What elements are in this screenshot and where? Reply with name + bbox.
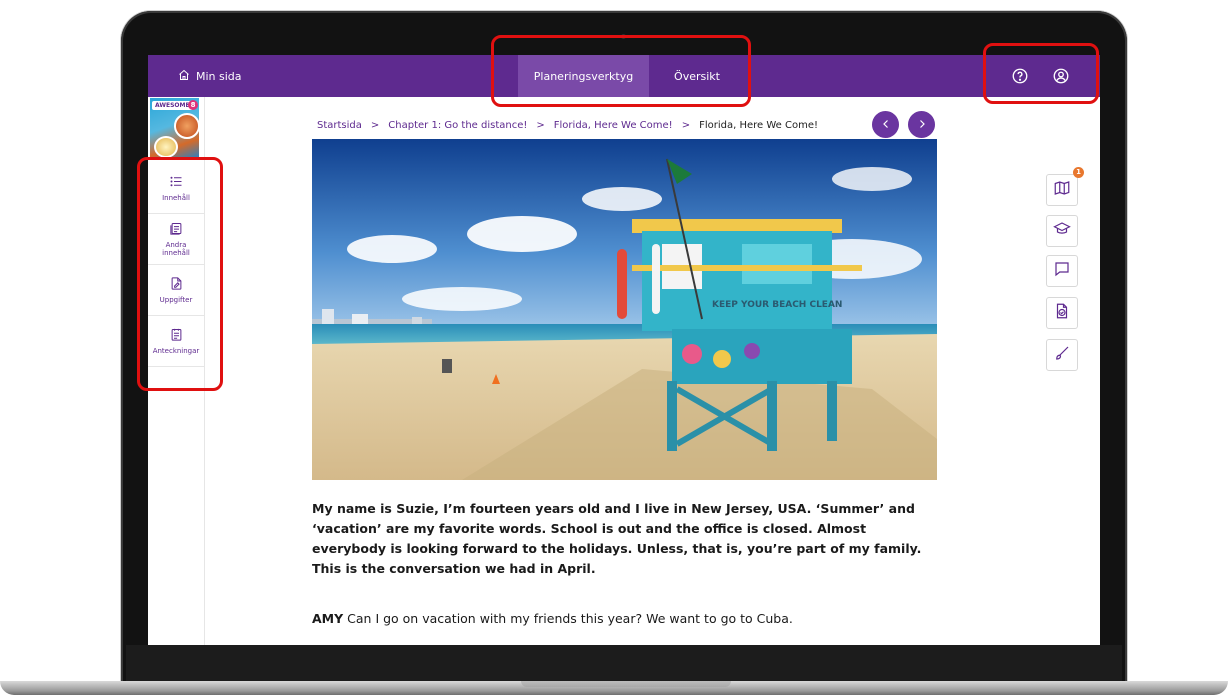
hero-image: KEEP YOUR BEACH CLEAN bbox=[312, 139, 937, 480]
tool-check-button[interactable] bbox=[1046, 297, 1078, 329]
tool-draw-button[interactable] bbox=[1046, 339, 1078, 371]
chevron-right-icon: > bbox=[536, 119, 545, 131]
chevron-left-icon bbox=[880, 115, 892, 134]
breadcrumb-link[interactable]: Florida, Here We Come! bbox=[554, 120, 673, 131]
book-logo: AWESOME bbox=[152, 101, 193, 110]
app-screen: Min sida Planeringsverktyg Översikt AWES… bbox=[148, 55, 1100, 645]
tool-chat-button[interactable] bbox=[1046, 255, 1078, 287]
home-icon bbox=[178, 69, 190, 84]
dialogue-text: Can I go on vacation with my friends thi… bbox=[347, 611, 793, 626]
breadcrumb-link[interactable]: Startsida bbox=[317, 120, 362, 131]
map-icon bbox=[1053, 179, 1071, 201]
book-cover-art bbox=[154, 136, 178, 158]
book-cover[interactable]: AWESOME 8 bbox=[150, 98, 199, 158]
laptop-chin bbox=[126, 645, 1122, 685]
tool-education-button[interactable] bbox=[1046, 215, 1078, 247]
highlight-box-account bbox=[983, 43, 1099, 104]
chevron-right-icon: > bbox=[370, 119, 380, 131]
home-link[interactable]: Min sida bbox=[178, 55, 242, 97]
hero-sign-text: KEEP YOUR BEACH CLEAN bbox=[712, 300, 842, 310]
next-page-button[interactable] bbox=[908, 111, 935, 138]
home-label: Min sida bbox=[196, 69, 242, 83]
tool-map-button[interactable] bbox=[1046, 174, 1078, 206]
chevron-right-icon bbox=[916, 115, 928, 134]
check-document-icon bbox=[1053, 302, 1071, 324]
breadcrumb: Startsida > Chapter 1: Go the distance! … bbox=[317, 117, 818, 133]
highlight-box-sidebar bbox=[137, 157, 223, 391]
graduation-cap-icon bbox=[1053, 220, 1071, 242]
laptop-base-notch bbox=[521, 681, 731, 687]
book-cover-art bbox=[174, 113, 199, 139]
notification-badge: 1 bbox=[1073, 167, 1084, 178]
breadcrumb-link[interactable]: Chapter 1: Go the distance! bbox=[388, 120, 527, 131]
dialogue-speaker: AMY bbox=[312, 611, 344, 626]
brush-icon bbox=[1053, 344, 1071, 366]
highlight-box-tabs bbox=[491, 35, 751, 107]
dialogue-line: AMY Can I go on vacation with my friends… bbox=[312, 610, 940, 628]
previous-page-button[interactable] bbox=[872, 111, 899, 138]
breadcrumb-current: Florida, Here We Come! bbox=[699, 119, 818, 131]
intro-paragraph: My name is Suzie, I’m fourteen years old… bbox=[312, 501, 922, 576]
book-grade-badge: 8 bbox=[188, 100, 198, 110]
chat-icon bbox=[1053, 260, 1071, 282]
chevron-right-icon: > bbox=[681, 119, 691, 131]
